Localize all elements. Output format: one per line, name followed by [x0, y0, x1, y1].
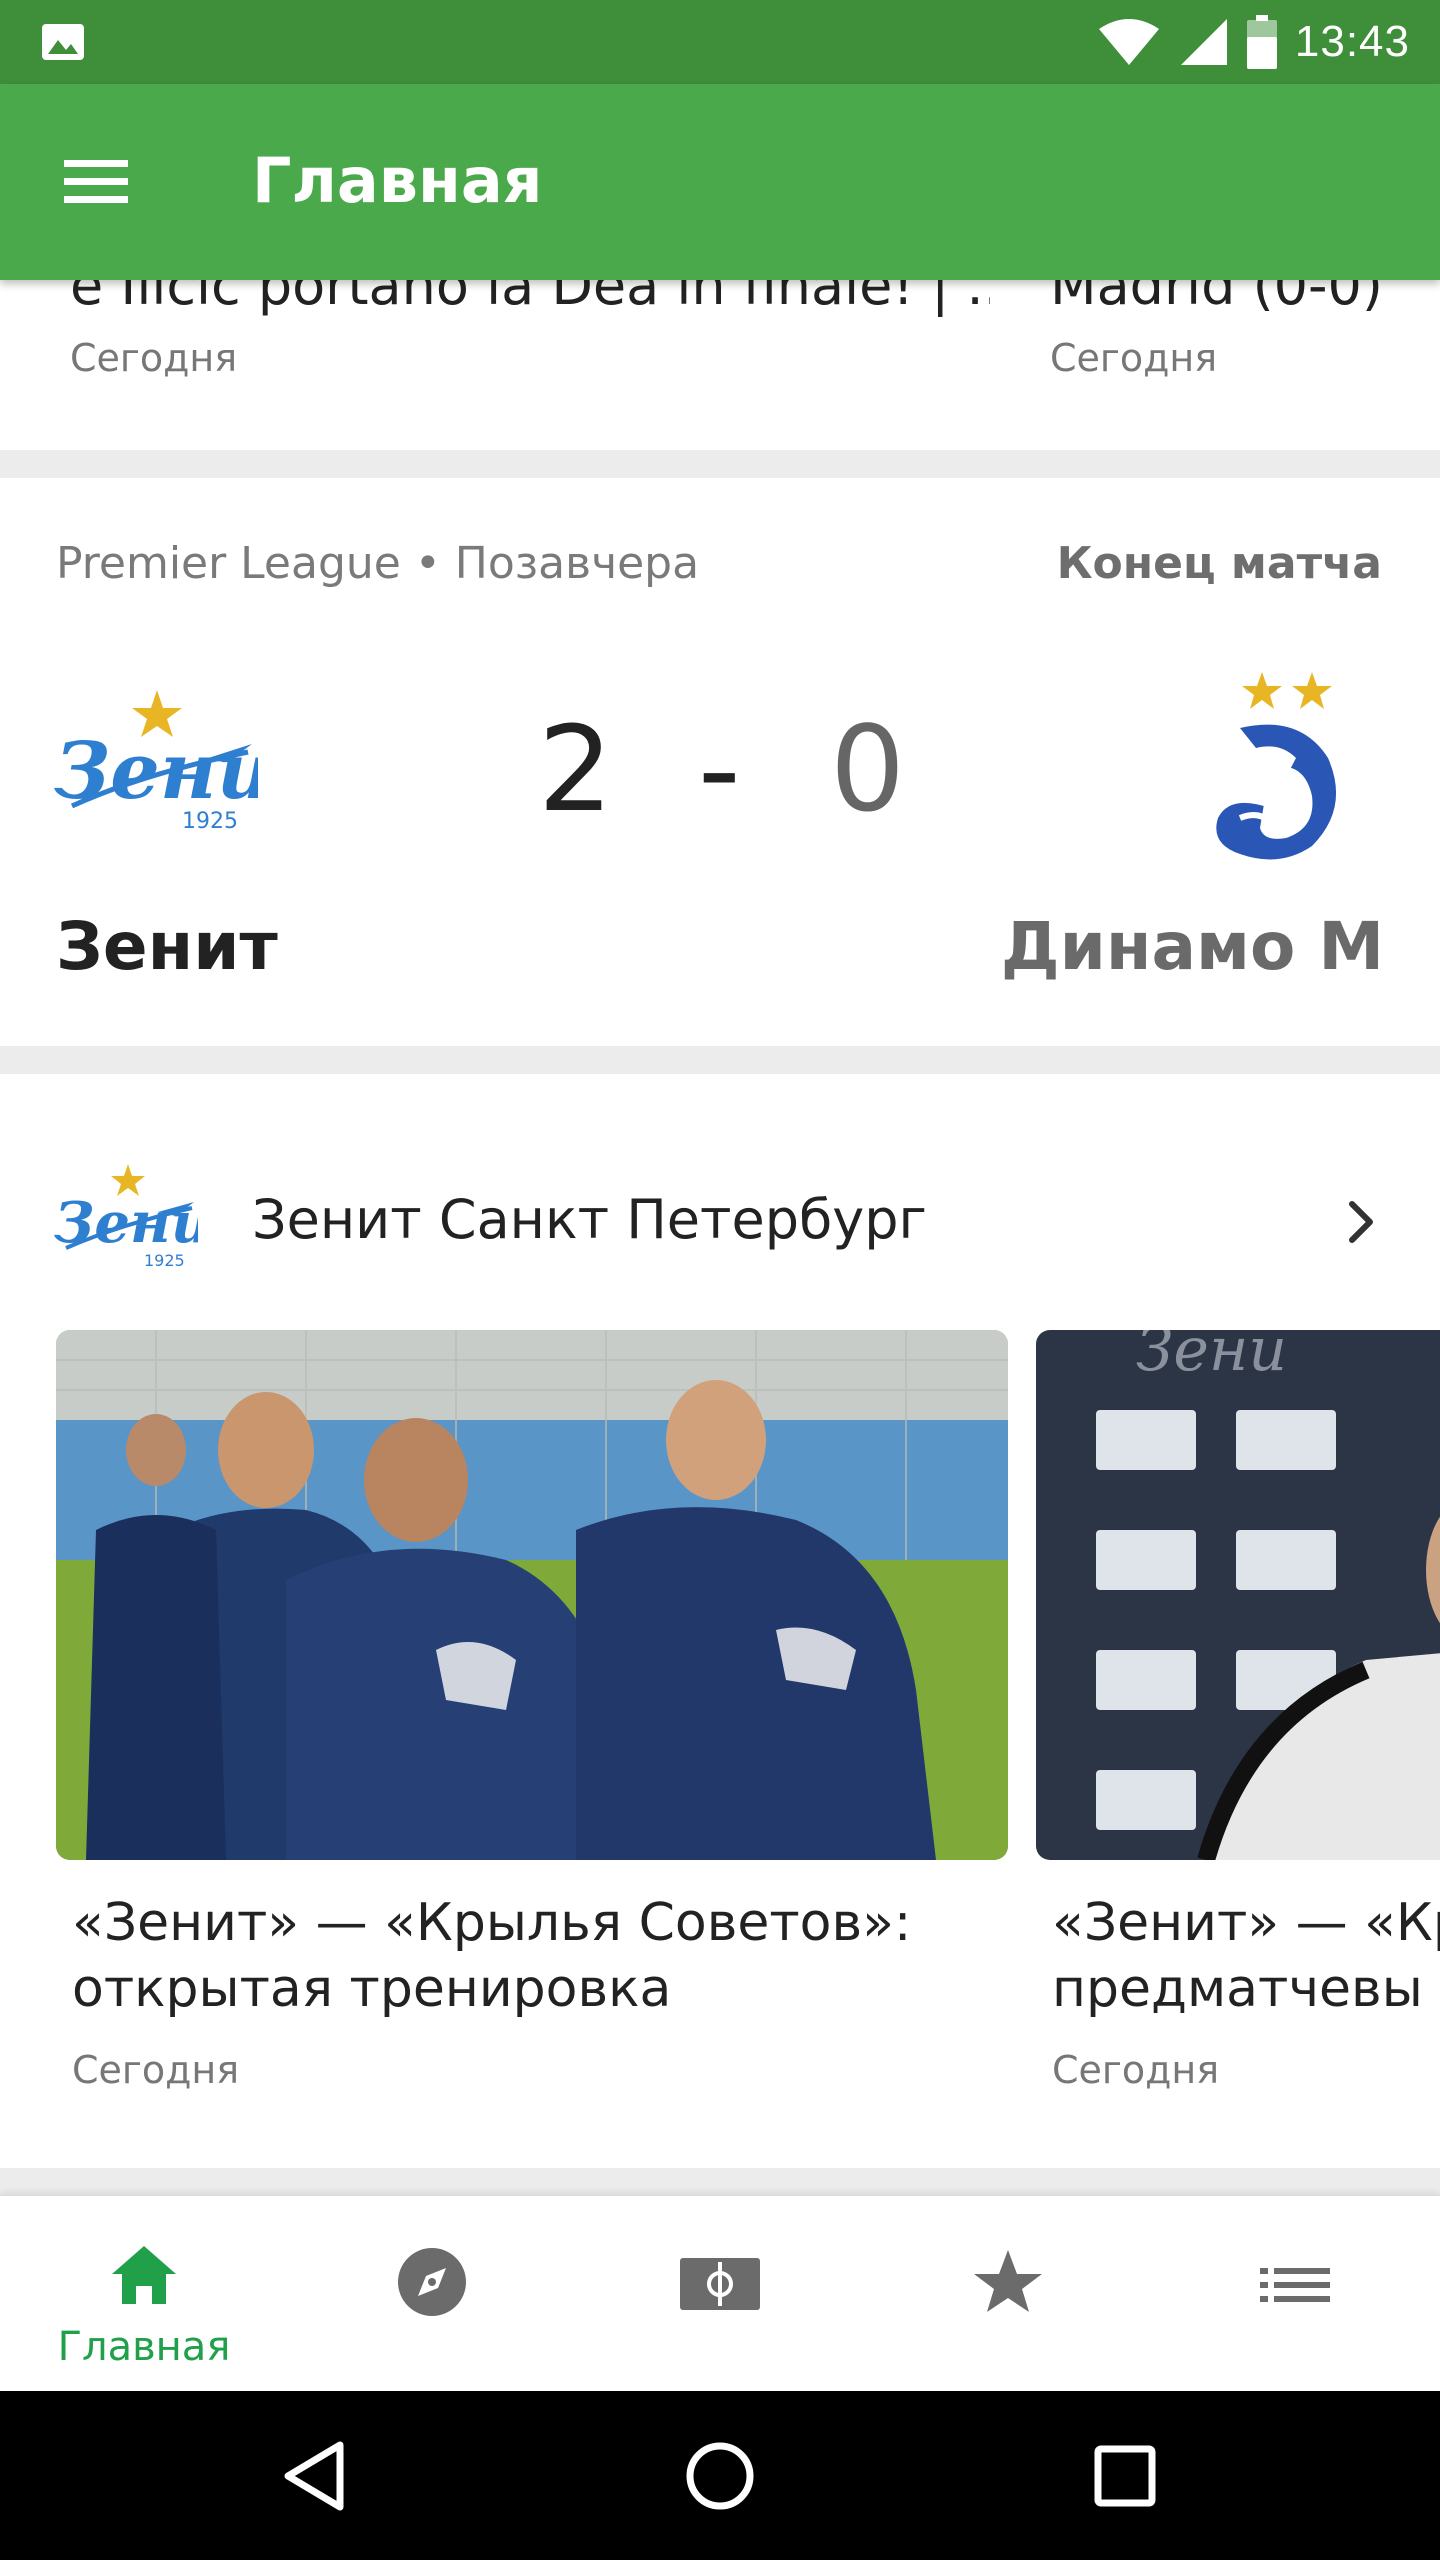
- match-status: Конец матча: [1056, 538, 1382, 589]
- away-team-name: Динамо М: [1000, 908, 1384, 985]
- svg-text:Зени: Зени: [54, 726, 258, 817]
- club-news-section: Зени 1925 Зенит Санкт Петербург «Зенит» …: [0, 1074, 1440, 2164]
- section-divider: [0, 450, 1440, 478]
- zenit-logo-icon: Зени 1925: [54, 690, 258, 834]
- battery-icon: [1246, 15, 1277, 69]
- hamburger-menu-icon[interactable]: [60, 142, 140, 222]
- signal-icon: [1180, 19, 1227, 65]
- match-league: Premier League • Позавчера: [56, 538, 700, 589]
- news-date: Сегодня: [1050, 336, 1218, 380]
- page-title: Главная: [252, 144, 543, 217]
- svg-text:Зени: Зени: [1136, 1330, 1287, 1385]
- article-title: «Зенит» — «Кр предматчевы: [1052, 1893, 1440, 2019]
- article-date: Сегодня: [72, 2048, 240, 2092]
- star-icon: [974, 2250, 1042, 2312]
- svg-text:1925: 1925: [144, 1251, 185, 1270]
- compass-icon: [398, 2248, 466, 2316]
- section-divider: [0, 2168, 1440, 2195]
- home-team-name: Зенит: [56, 908, 278, 985]
- match-card[interactable]: Premier League • Позавчера Конец матча З…: [0, 478, 1440, 1046]
- status-time: 13:43: [1294, 17, 1410, 66]
- nav-item-explore[interactable]: [288, 2196, 576, 2392]
- score-separator: -: [698, 700, 741, 838]
- system-navigation-bar: [0, 2391, 1440, 2560]
- dynamo-logo-icon: [1216, 672, 1337, 860]
- football-pitch-icon: [680, 2258, 760, 2310]
- nav-item-more[interactable]: [1152, 2196, 1440, 2392]
- nav-label: Главная: [57, 2324, 231, 2370]
- nav-item-favorites[interactable]: [864, 2196, 1152, 2392]
- bottom-navigation: Главная: [0, 2195, 1440, 2391]
- home-icon: [112, 2246, 176, 2304]
- section-divider: [0, 1046, 1440, 1074]
- home-score: 2: [538, 700, 614, 838]
- article-image: Зени: [1036, 1330, 1440, 1860]
- nav-item-matches[interactable]: [576, 2196, 864, 2392]
- wifi-icon: [1098, 19, 1159, 65]
- article-card[interactable]: Зени «Зенит» — «Кр предматчевы Сегодня: [1036, 1330, 1440, 2130]
- article-image: [56, 1330, 1008, 1860]
- club-name[interactable]: Зенит Санкт Петербург: [252, 1188, 927, 1251]
- list-icon: [1260, 2268, 1330, 2302]
- away-score: 0: [830, 700, 906, 838]
- zenit-logo-icon: Зени 1925: [54, 1164, 198, 1270]
- chevron-right-icon[interactable]: [1336, 1192, 1386, 1252]
- image-icon: [42, 24, 84, 60]
- news-date: Сегодня: [70, 336, 238, 380]
- app-bar: Главная: [0, 84, 1440, 280]
- nav-item-home[interactable]: Главная: [0, 2196, 288, 2392]
- back-icon[interactable]: [270, 2431, 360, 2521]
- home-feed[interactable]: e Ilicic portano la Dea in finale! | ...…: [0, 0, 1440, 2195]
- recents-icon[interactable]: [1080, 2431, 1170, 2521]
- article-title: «Зенит» — «Крылья Советов»: открытая тре…: [72, 1893, 912, 2019]
- status-bar: 13:43: [0, 0, 1440, 84]
- home-circle-icon[interactable]: [675, 2431, 765, 2521]
- svg-text:1925: 1925: [182, 809, 238, 834]
- article-date: Сегодня: [1052, 2048, 1220, 2092]
